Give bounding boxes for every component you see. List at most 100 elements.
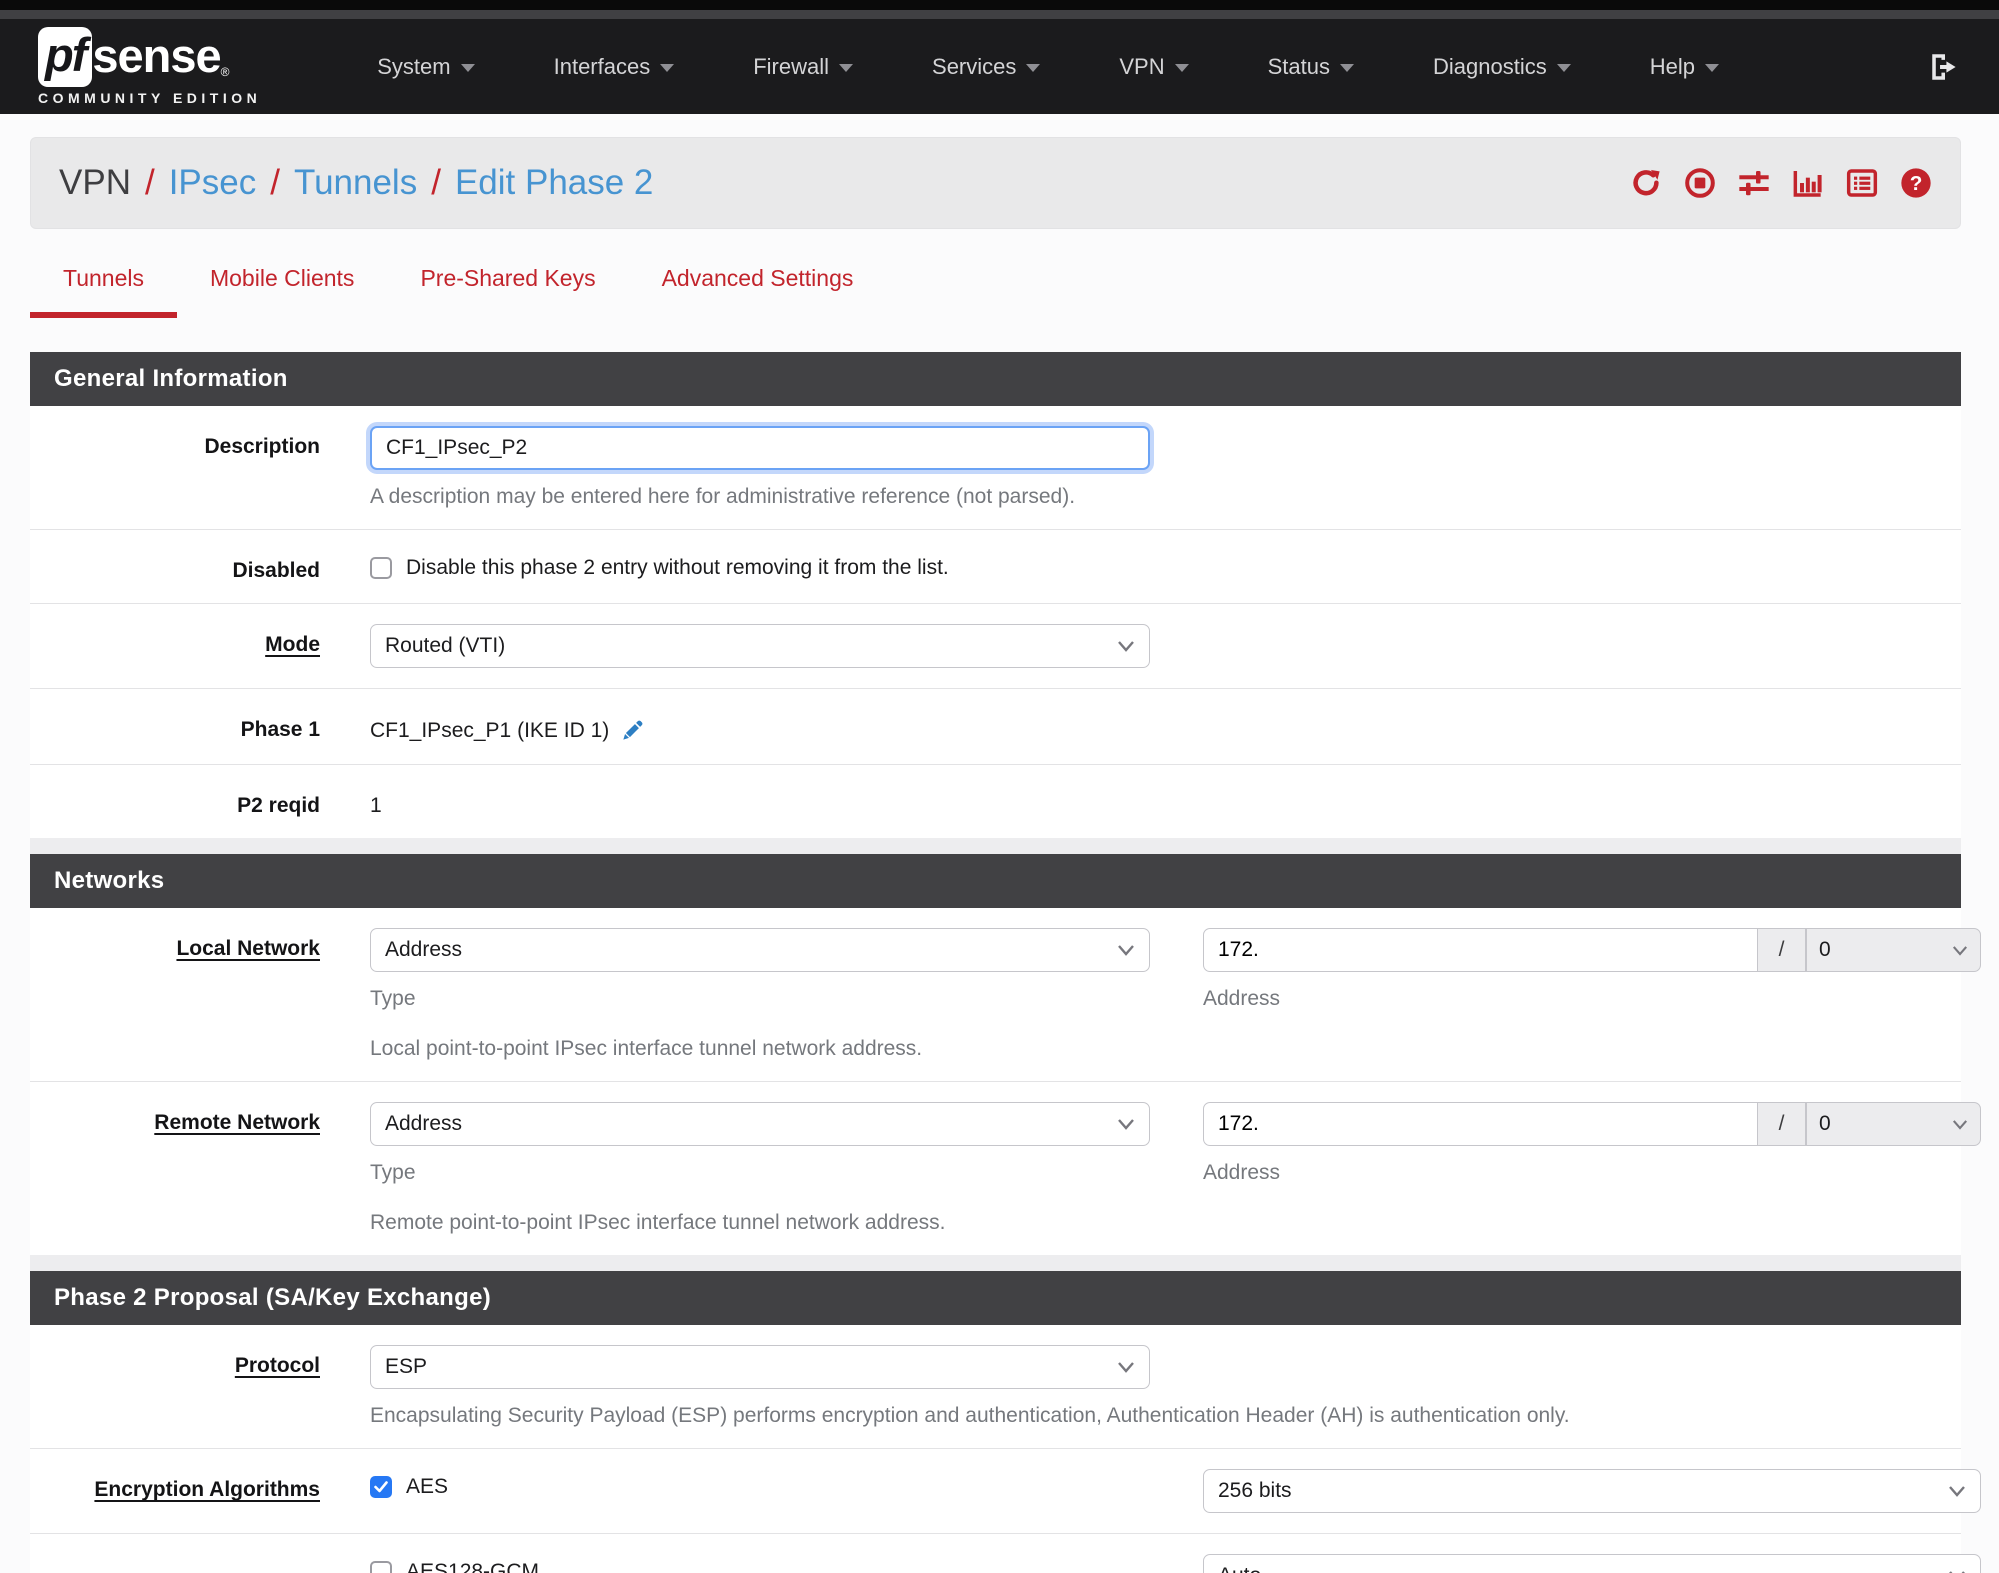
bar-chart-icon[interactable] xyxy=(1792,167,1824,199)
p2-reqid-value: 1 xyxy=(370,794,382,817)
row-encryption-aes: Encryption Algorithms AES 256 bits xyxy=(30,1449,1981,1534)
local-network-label[interactable]: Local Network xyxy=(176,937,320,960)
help-icon[interactable]: ? xyxy=(1900,167,1932,199)
menu-interfaces[interactable]: Interfaces xyxy=(554,54,675,80)
remote-network-address-input[interactable] xyxy=(1203,1102,1758,1146)
chevron-down-icon xyxy=(1174,64,1189,72)
aes128gcm-keylen-select[interactable]: Auto xyxy=(1203,1554,1981,1573)
chevron-down-icon xyxy=(1118,1119,1134,1130)
chevron-down-icon xyxy=(1952,1119,1968,1130)
tab-advanced-settings[interactable]: Advanced Settings xyxy=(629,259,887,318)
disabled-checkbox[interactable] xyxy=(370,557,392,579)
aes-checkbox-label: AES xyxy=(406,1475,449,1498)
logo-registered-mark: ® xyxy=(220,65,230,79)
menu-help-label: Help xyxy=(1649,53,1695,79)
panel-gap xyxy=(30,838,1961,854)
chevron-down-icon xyxy=(1556,64,1571,72)
encryption-algorithms-label[interactable]: Encryption Algorithms xyxy=(94,1478,320,1501)
chevron-down-icon xyxy=(1118,945,1134,956)
chevron-down-icon xyxy=(1340,64,1354,72)
sign-out-icon xyxy=(1932,53,1956,80)
aes128gcm-checkbox[interactable] xyxy=(370,1561,392,1573)
protocol-help: Encapsulating Security Payload (ESP) per… xyxy=(370,1404,1570,1427)
breadcrumb-vpn: VPN xyxy=(59,163,131,202)
aes-checkbox[interactable] xyxy=(370,1476,392,1498)
row-description: Description A description may be entered… xyxy=(30,406,1961,530)
local-network-type-help: Type xyxy=(370,987,416,1010)
remote-network-type-select[interactable]: Address xyxy=(370,1102,1150,1146)
aes-keylen-select[interactable]: 256 bits xyxy=(1203,1469,1981,1513)
refresh-icon[interactable] xyxy=(1630,167,1662,199)
remote-network-label[interactable]: Remote Network xyxy=(154,1111,320,1134)
panel-title-general: General Information xyxy=(30,352,1961,406)
menu-system[interactable]: System xyxy=(377,53,475,80)
menu-diagnostics[interactable]: Diagnostics xyxy=(1433,54,1571,80)
sliders-icon[interactable] xyxy=(1738,167,1770,199)
breadcrumb-link-ipsec[interactable]: IPsec xyxy=(169,163,257,203)
breadcrumb-link-edit-phase2[interactable]: Edit Phase 2 xyxy=(455,163,653,203)
edit-pencil-icon[interactable] xyxy=(619,718,645,744)
menu-help[interactable]: Help xyxy=(1650,54,1719,80)
breadcrumb-separator: / xyxy=(144,163,155,202)
description-input[interactable] xyxy=(370,426,1150,470)
mode-select-value: Routed (VTI) xyxy=(385,634,506,657)
local-network-address-help: Address xyxy=(1203,987,1281,1010)
tab-pre-shared-keys[interactable]: Pre-Shared Keys xyxy=(387,259,628,318)
panel-networks: Networks Local Network Address Type Loca… xyxy=(30,854,1981,1255)
disabled-label: Disabled xyxy=(232,559,320,582)
protocol-label[interactable]: Protocol xyxy=(235,1354,320,1377)
chevron-down-icon xyxy=(460,64,475,72)
remote-network-type-help: Type xyxy=(370,1161,416,1184)
protocol-select-value: ESP xyxy=(385,1355,428,1378)
stop-circle-icon[interactable] xyxy=(1684,167,1716,199)
mode-label[interactable]: Mode xyxy=(265,633,320,656)
breadcrumb: VPN / IPsec / Tunnels / Edit Phase 2 xyxy=(59,163,653,203)
local-network-slash-addon: / xyxy=(1758,928,1806,972)
chevron-down-icon xyxy=(1952,945,1968,956)
menu-system-label: System xyxy=(377,53,451,79)
logo-subtitle: COMMUNITY EDITION xyxy=(38,90,262,106)
breadcrumb-separator: / xyxy=(270,163,280,202)
remote-network-address-help: Address xyxy=(1203,1161,1281,1184)
logo-pf-box: pf xyxy=(38,27,93,87)
local-network-type-select[interactable]: Address xyxy=(370,928,1150,972)
remote-network-type-value: Address xyxy=(385,1112,463,1135)
row-local-network: Local Network Address Type Local point-t… xyxy=(30,908,1981,1082)
local-network-type-value: Address xyxy=(385,938,463,961)
chevron-down-icon xyxy=(1704,64,1719,72)
row-phase1: Phase 1 CF1_IPsec_P1 (IKE ID 1) xyxy=(30,689,1961,765)
menu-status[interactable]: Status xyxy=(1268,54,1354,80)
panel-title-networks: Networks xyxy=(30,854,1961,908)
menu-diagnostics-label: Diagnostics xyxy=(1433,53,1547,79)
remote-network-slash-addon: / xyxy=(1758,1102,1806,1146)
tab-mobile-clients[interactable]: Mobile Clients xyxy=(177,259,387,318)
local-network-address-input[interactable] xyxy=(1203,928,1758,972)
menu-services[interactable]: Services xyxy=(932,53,1041,80)
row-encryption-aes128gcm: AES128-GCM Auto xyxy=(30,1534,1981,1573)
menu-firewall[interactable]: Firewall xyxy=(753,53,854,80)
protocol-select[interactable]: ESP xyxy=(370,1345,1150,1389)
logo-sense-text: sense xyxy=(92,29,221,82)
pfsense-logo[interactable]: pf sense ® COMMUNITY EDITION xyxy=(38,27,261,106)
ipsec-tabs: Tunnels Mobile Clients Pre-Shared Keys A… xyxy=(30,259,1969,318)
chevron-down-icon xyxy=(839,64,854,72)
remote-network-prefix-select[interactable]: 0 xyxy=(1806,1102,1981,1146)
aes128gcm-checkbox-label: AES128-GCM xyxy=(406,1560,540,1573)
local-network-prefix-select[interactable]: 0 xyxy=(1806,928,1981,972)
window-top-strip xyxy=(0,0,1999,10)
row-disabled: Disabled Disable this phase 2 entry with… xyxy=(30,530,1961,604)
logout-button[interactable] xyxy=(1927,50,1963,84)
svg-text:?: ? xyxy=(1910,172,1923,195)
tab-tunnels[interactable]: Tunnels xyxy=(30,259,177,318)
mode-select[interactable]: Routed (VTI) xyxy=(370,624,1150,668)
menu-vpn[interactable]: VPN xyxy=(1119,53,1189,80)
menu-firewall-label: Firewall xyxy=(753,53,830,79)
header-shortcut-icons: ? xyxy=(1630,167,1932,199)
log-list-icon[interactable] xyxy=(1846,167,1878,199)
chevron-down-icon xyxy=(1118,1362,1134,1373)
breadcrumb-link-tunnels[interactable]: Tunnels xyxy=(294,163,417,203)
menu-services-label: Services xyxy=(932,53,1017,79)
menu-vpn-label: VPN xyxy=(1119,53,1165,79)
chevron-down-icon xyxy=(1949,1486,1965,1497)
menu-interfaces-label: Interfaces xyxy=(553,53,651,79)
